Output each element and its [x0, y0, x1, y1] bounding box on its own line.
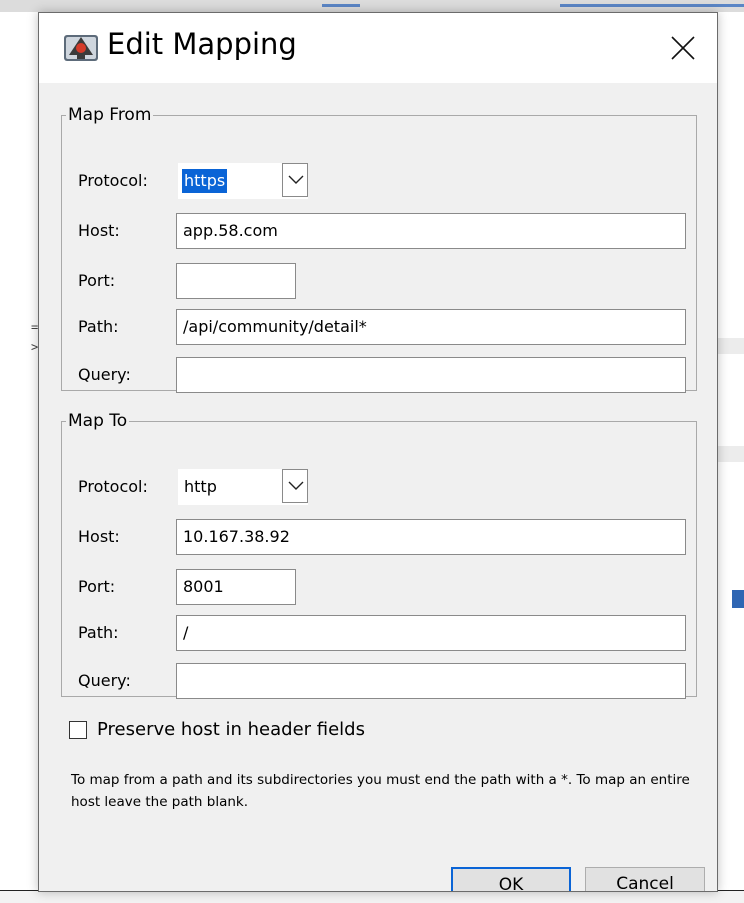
background-tab-indicator: [560, 4, 744, 7]
map-to-group: Map To Protocol: http Host: 10.167.38.92…: [61, 411, 697, 699]
chevron-down-icon: [288, 481, 304, 490]
from-protocol-label: Protocol:: [78, 171, 148, 190]
from-host-field[interactable]: app.58.com: [176, 213, 686, 249]
from-port-label: Port:: [78, 271, 116, 290]
map-to-legend: Map To: [68, 411, 128, 431]
to-path-label: Path:: [78, 623, 119, 642]
to-protocol-value: http: [184, 477, 217, 496]
background-selection: [732, 590, 744, 608]
background-fragment: [714, 338, 744, 354]
to-host-field[interactable]: 10.167.38.92: [176, 519, 686, 555]
from-path-label: Path:: [78, 317, 119, 336]
from-protocol-value: https: [182, 169, 228, 193]
from-query-field[interactable]: [176, 357, 686, 393]
to-port-field[interactable]: 8001: [176, 569, 296, 605]
map-from-legend: Map From: [68, 105, 152, 125]
close-button[interactable]: [659, 26, 705, 70]
to-path-field[interactable]: /: [176, 615, 686, 651]
ok-button[interactable]: OK: [451, 867, 571, 891]
to-protocol-dropdown[interactable]: [282, 469, 308, 503]
from-protocol-select[interactable]: https: [178, 163, 308, 199]
background-window-left: = >: [0, 12, 38, 892]
to-host-label: Host:: [78, 527, 120, 546]
title-bar: Edit Mapping: [39, 13, 717, 83]
from-protocol-dropdown[interactable]: [282, 163, 308, 197]
to-query-label: Query:: [78, 671, 131, 690]
help-text: To map from a path and its subdirectorie…: [71, 772, 690, 810]
close-icon: [671, 36, 695, 60]
cancel-button[interactable]: Cancel: [585, 867, 705, 891]
dialog-title: Edit Mapping: [107, 27, 297, 61]
to-protocol-select[interactable]: http: [178, 469, 308, 505]
to-port-label: Port:: [78, 577, 116, 596]
map-from-group: Map From Protocol: https Host: app.58.co…: [61, 105, 697, 393]
background-tab-indicator: [322, 4, 360, 7]
to-query-field[interactable]: [176, 663, 686, 699]
background-fragment: [714, 446, 744, 462]
preserve-host-checkbox[interactable]: [69, 721, 87, 739]
background-window-right: [714, 12, 744, 892]
edit-mapping-dialog: Edit Mapping Map From Protocol: https Ho…: [38, 12, 718, 892]
from-query-label: Query:: [78, 365, 131, 384]
from-path-field[interactable]: /api/community/detail*: [176, 309, 686, 345]
from-port-field[interactable]: [176, 263, 296, 299]
background-window-top: [0, 0, 744, 12]
preserve-host-label[interactable]: Preserve host in header fields: [97, 719, 365, 740]
chevron-down-icon: [288, 175, 304, 184]
from-host-label: Host:: [78, 221, 120, 240]
charles-app-icon: [64, 35, 98, 61]
to-protocol-label: Protocol:: [78, 477, 148, 496]
